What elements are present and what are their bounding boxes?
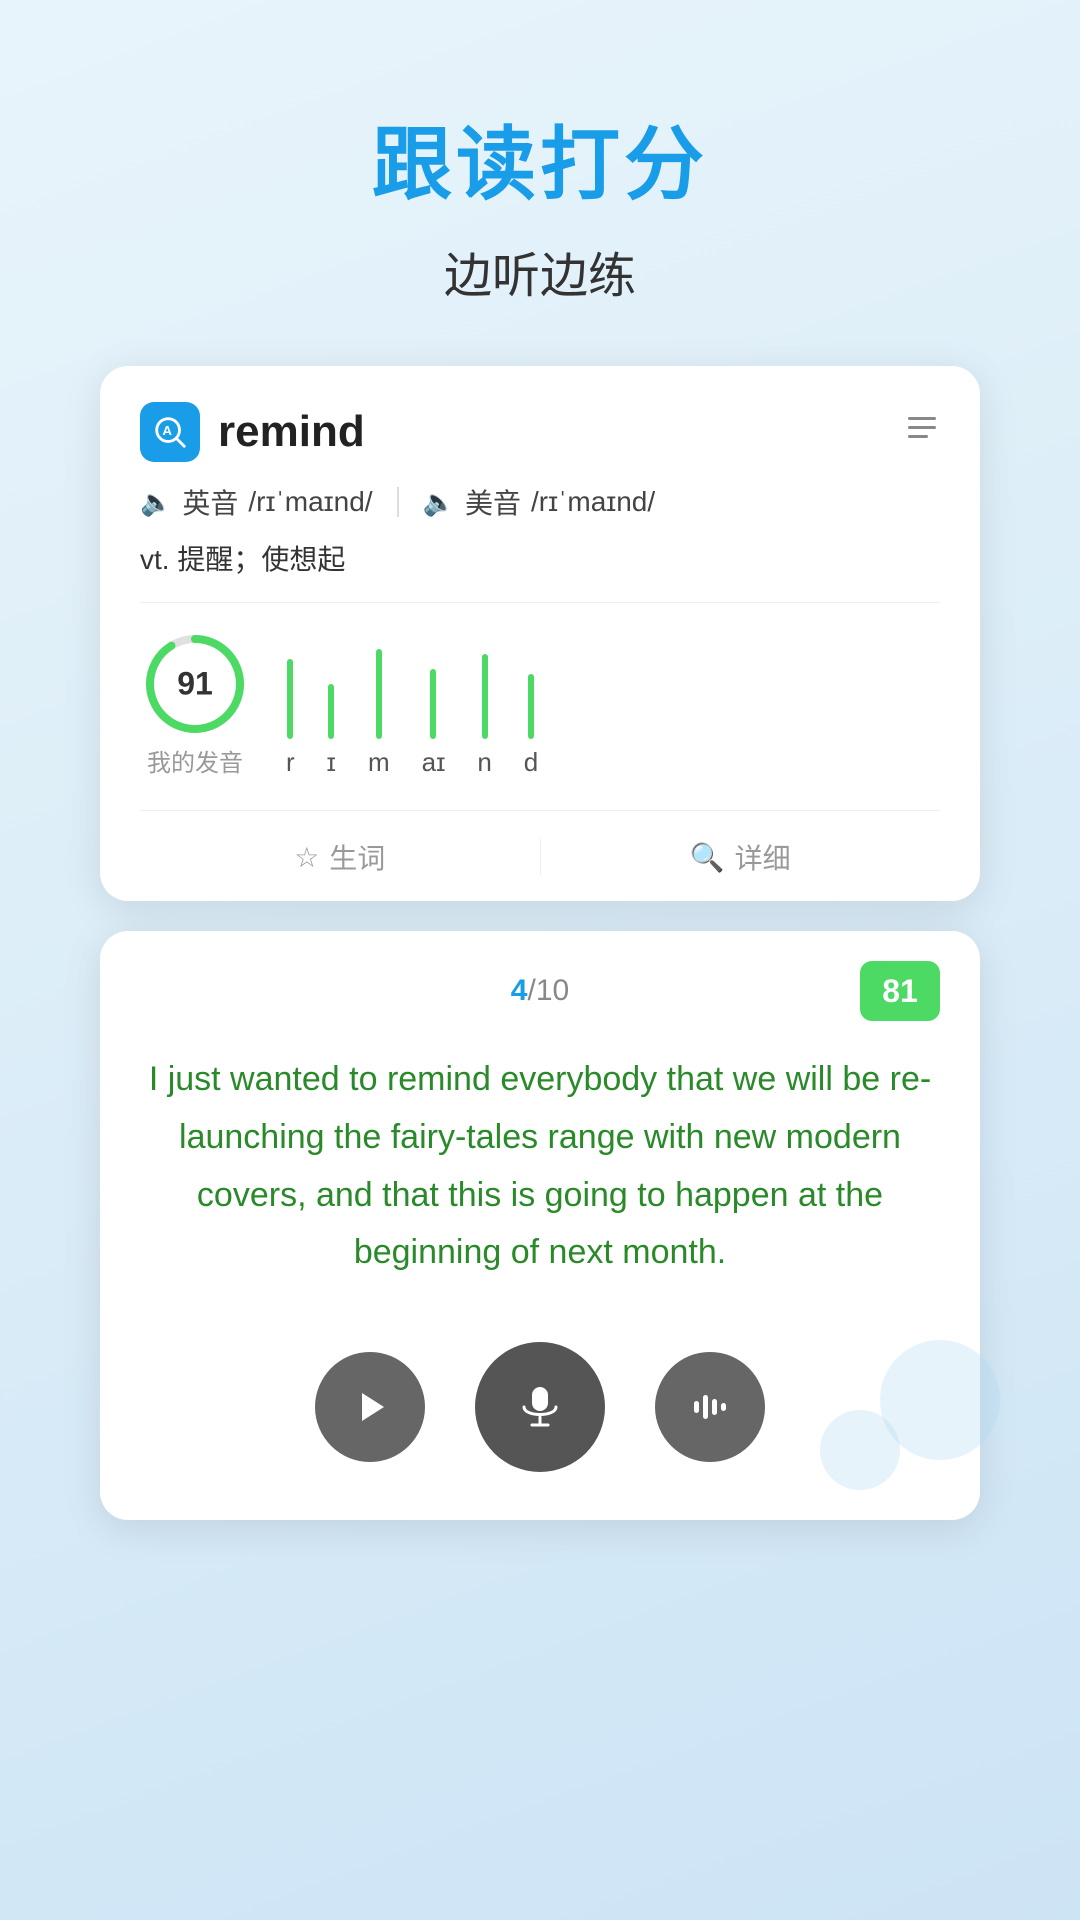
score-badge: 81: [860, 961, 940, 1021]
phonetic-divider: [397, 487, 399, 517]
decorative-bubble-2: [820, 1410, 900, 1490]
play-icon: [348, 1385, 392, 1429]
phoneme-item: m: [368, 649, 390, 778]
app-icon: A: [140, 402, 200, 462]
divider-top: [140, 602, 940, 603]
phoneme-symbol: n: [477, 747, 491, 778]
waveform-icon: [688, 1385, 732, 1429]
search-icon: 🔍: [690, 841, 725, 874]
practice-card: 4/10 81 I just wanted to remind everybod…: [100, 931, 980, 1520]
phoneme-bar: [528, 674, 534, 739]
phoneme-symbol: r: [286, 747, 295, 778]
action-bar: ☆ 生词 🔍 详细: [140, 827, 940, 877]
phoneme-symbol: d: [524, 747, 538, 778]
dict-card: A remind 🔈 英音 /rɪˈmaɪnd/ 🔈 美音 /rɪˈmaɪnd/…: [100, 366, 980, 901]
phoneme-item: aɪ: [422, 669, 446, 778]
practice-text: I just wanted to remind everybody that w…: [140, 1051, 940, 1282]
mic-button[interactable]: [475, 1342, 605, 1472]
phoneme-symbol: ɪ: [327, 747, 336, 778]
menu-icon[interactable]: [904, 410, 940, 454]
phoneme-bar: [430, 669, 436, 739]
microphone-icon: [514, 1381, 566, 1433]
speaker-uk-icon[interactable]: 🔈: [140, 487, 172, 518]
progress-current: 4: [511, 974, 528, 1007]
detail-action[interactable]: 🔍 详细: [541, 837, 941, 877]
phonetic-uk-value: /rɪˈmaɪnd/: [248, 486, 372, 518]
progress-text: 4/10: [407, 974, 674, 1008]
play-button[interactable]: [315, 1352, 425, 1462]
phonetic-uk-label: 英音: [182, 482, 238, 522]
waveform-button[interactable]: [655, 1352, 765, 1462]
score-number: 91: [177, 666, 213, 703]
phoneme-bar: [328, 684, 334, 739]
star-icon: ☆: [294, 841, 319, 874]
definition: vt. 提醒；使想起: [140, 538, 940, 578]
sub-title: 边听边练: [372, 236, 708, 306]
svg-text:A: A: [162, 423, 172, 438]
phoneme-bar: [482, 654, 488, 739]
divider-bottom: [140, 810, 940, 811]
phonetic-uk: 🔈 英音 /rɪˈmaɪnd/: [140, 482, 373, 522]
score-circle: 91: [140, 629, 250, 739]
phonetic-row: 🔈 英音 /rɪˈmaɪnd/ 🔈 美音 /rɪˈmaɪnd/: [140, 482, 940, 522]
phoneme-bar: [287, 659, 293, 739]
score-section: 91 我的发音 r ɪ m aɪn d: [140, 619, 940, 794]
phoneme-item: r: [286, 659, 295, 778]
vocabulary-action[interactable]: ☆ 生词: [140, 837, 540, 877]
phoneme-bars: r ɪ m aɪn d: [286, 649, 940, 778]
phonetic-us: 🔈 美音 /rɪˈmaɪnd/: [423, 482, 656, 522]
speaker-us-icon[interactable]: 🔈: [423, 487, 455, 518]
phoneme-item: n: [477, 654, 491, 778]
header-section: 跟读打分 边听边练: [372, 0, 708, 366]
detail-label: 详细: [735, 837, 791, 877]
phonetic-us-value: /rɪˈmaɪnd/: [531, 486, 655, 518]
word-title: remind: [218, 407, 365, 457]
app-logo-icon: A: [151, 413, 189, 451]
dict-logo-row: A remind: [140, 402, 365, 462]
main-title: 跟读打分: [372, 100, 708, 216]
phoneme-bar: [376, 649, 382, 739]
phoneme-item: d: [524, 674, 538, 778]
progress-separator: /: [527, 974, 535, 1007]
vocabulary-label: 生词: [329, 837, 385, 877]
my-pronunciation-label: 我的发音: [140, 743, 250, 778]
phoneme-symbol: aɪ: [422, 747, 446, 778]
phoneme-item: ɪ: [327, 684, 336, 778]
dict-header: A remind: [140, 402, 940, 462]
progress-row: 4/10 81: [140, 961, 940, 1021]
phonetic-us-label: 美音: [465, 482, 521, 522]
progress-total: 10: [536, 974, 569, 1007]
phoneme-symbol: m: [368, 747, 390, 778]
